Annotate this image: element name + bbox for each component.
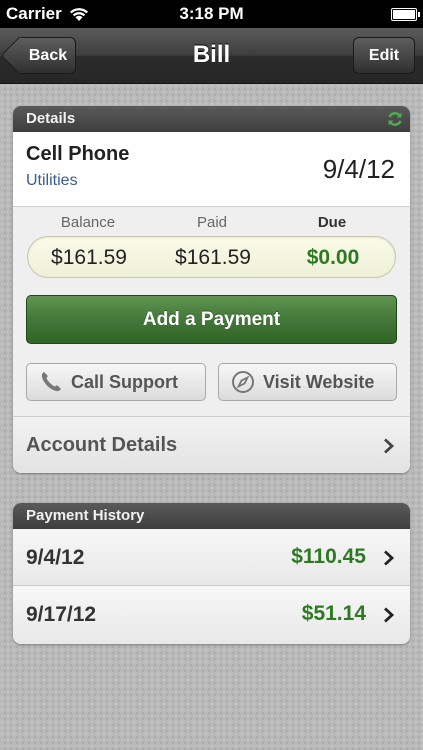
details-header: Details [13,106,410,132]
history-date: 9/17/12 [26,603,97,626]
bill-summary-row: Cell Phone Utilities 9/4/12 [13,132,410,207]
details-header-label: Details [26,110,76,127]
payment-history-card: Payment History 9/4/12 $110.45 9/17/12 $… [13,503,410,644]
account-details-label: Account Details [26,434,178,456]
history-amount: $51.14 [301,602,366,625]
payment-history-header-label: Payment History [26,507,145,524]
amount-labels: Balance Paid Due [13,214,410,234]
history-date: 9/4/12 [26,546,85,569]
add-payment-button[interactable]: Add a Payment [26,295,397,344]
details-card: Details Cell Phone Utilities 9/4/12 Bala… [13,106,410,473]
chevron-right-icon [384,438,395,454]
history-row[interactable]: 9/4/12 $110.45 [13,529,410,586]
chevron-right-icon [384,550,395,566]
chevron-right-icon [384,607,395,623]
phone-icon [41,372,61,392]
payment-history-header: Payment History [13,503,410,529]
paid-label: Paid [196,214,228,231]
refresh-icon[interactable] [386,110,404,128]
status-bar: Carrier 3:18 PM [0,0,423,28]
visit-website-label: Visit Website [263,371,375,392]
history-row[interactable]: 9/17/12 $51.14 [13,586,410,644]
compass-icon [232,371,254,393]
account-details-row[interactable]: Account Details [13,416,410,473]
battery-icon [391,8,420,21]
balance-value: $161.59 [51,246,127,269]
due-value: $0.00 [306,246,360,269]
due-label: Due [317,214,347,231]
edit-button[interactable]: Edit [353,37,415,74]
balance-label: Balance [60,214,116,231]
bill-name: Cell Phone [26,143,130,165]
status-time: 3:18 PM [179,4,244,23]
back-button-label: Back [28,46,68,64]
bill-category: Utilities [26,172,78,189]
paid-value: $161.59 [175,246,251,269]
visit-website-button[interactable]: Visit Website [218,363,397,401]
history-amount: $110.45 [291,545,366,568]
amount-summary: $161.59 $161.59 $0.00 [27,236,396,278]
call-support-label: Call Support [71,371,178,392]
bill-date: 9/4/12 [322,154,395,184]
call-support-button[interactable]: Call Support [26,363,206,401]
navigation-bar: Back Bill Edit [0,28,423,84]
